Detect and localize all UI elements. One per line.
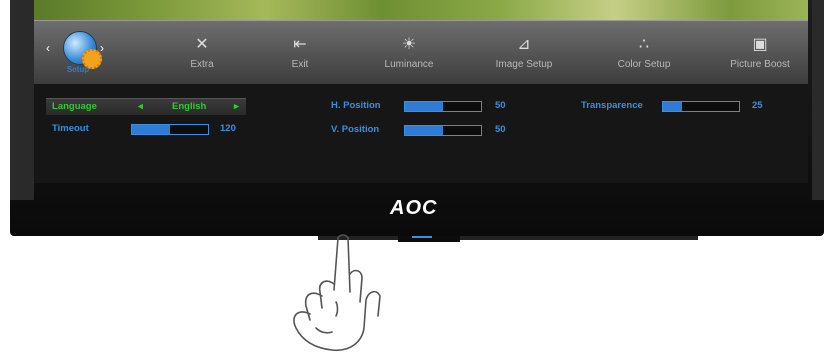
bezel-left (10, 0, 34, 200)
arrow-right-icon[interactable]: ▸ (234, 101, 239, 112)
menu-item-extra[interactable]: ✕ Extra (162, 21, 242, 85)
menu-item-label: Setup (66, 65, 90, 74)
menu-item-label: Extra (190, 59, 214, 70)
arrow-left-icon[interactable]: ◂ (138, 101, 143, 112)
h-position-label: H. Position (331, 100, 381, 111)
h-position-value: 50 (495, 100, 506, 111)
language-label: Language (52, 101, 97, 112)
menu-item-label: Color Setup (617, 59, 671, 70)
v-position-label: V. Position (331, 124, 380, 135)
background-image (34, 0, 808, 20)
menu-item-color-setup[interactable]: ∴ Color Setup (594, 21, 694, 85)
menu-item-label: Luminance (384, 59, 434, 70)
brand-logo: AOC (390, 197, 438, 219)
sun-icon: ☀ (401, 36, 417, 53)
tools-icon: ✕ (195, 36, 209, 53)
menu-item-label: Picture Boost (730, 59, 790, 70)
transparence-label: Transparence (581, 100, 643, 111)
transparence-slider[interactable] (662, 101, 740, 112)
v-position-slider[interactable] (404, 125, 482, 136)
arrow-left-icon[interactable]: ‹ (46, 41, 50, 55)
menu-item-image-setup[interactable]: ⊿ Image Setup (474, 21, 574, 85)
color-dots-icon: ∴ (638, 36, 650, 53)
image-setup-icon: ⊿ (517, 36, 531, 53)
slider-fill (405, 126, 443, 135)
power-led (412, 236, 432, 238)
menu-item-exit[interactable]: ⇤ Exit (270, 21, 330, 85)
slider-fill (405, 102, 443, 111)
v-position-value: 50 (495, 124, 506, 135)
exit-icon: ⇤ (293, 36, 307, 53)
monitor: ‹ › Setup ✕ Extra ⇤ Exit ☀ Luminance ⊿ I… (10, 0, 824, 236)
timeout-label: Timeout (52, 123, 89, 134)
slider-fill (132, 125, 170, 134)
arrow-right-icon[interactable]: › (100, 41, 104, 55)
menu-item-setup[interactable]: ‹ › Setup (46, 31, 108, 77)
menu-item-picture-boost[interactable]: ▣ Picture Boost (712, 21, 808, 85)
language-value: English (172, 101, 207, 112)
language-row[interactable]: Language ◂ English ▸ (46, 98, 246, 115)
timeout-slider[interactable] (131, 124, 209, 135)
timeout-value: 120 (220, 123, 236, 134)
menu-item-luminance[interactable]: ☀ Luminance (364, 21, 454, 85)
osd-menu-bar: ‹ › Setup ✕ Extra ⇤ Exit ☀ Luminance ⊿ I… (34, 20, 808, 85)
pointing-hand-icon (293, 234, 381, 352)
osd-screen: ‹ › Setup ✕ Extra ⇤ Exit ☀ Luminance ⊿ I… (34, 0, 808, 183)
menu-item-label: Image Setup (495, 59, 553, 70)
slider-fill (663, 102, 682, 111)
picture-boost-icon: ▣ (752, 36, 768, 53)
transparence-value: 25 (752, 100, 763, 111)
menu-item-label: Exit (291, 59, 309, 70)
h-position-slider[interactable] (404, 101, 482, 112)
bezel-right (812, 0, 824, 200)
settings-panel: Language ◂ English ▸ Timeout 120 H. Posi… (34, 84, 808, 183)
